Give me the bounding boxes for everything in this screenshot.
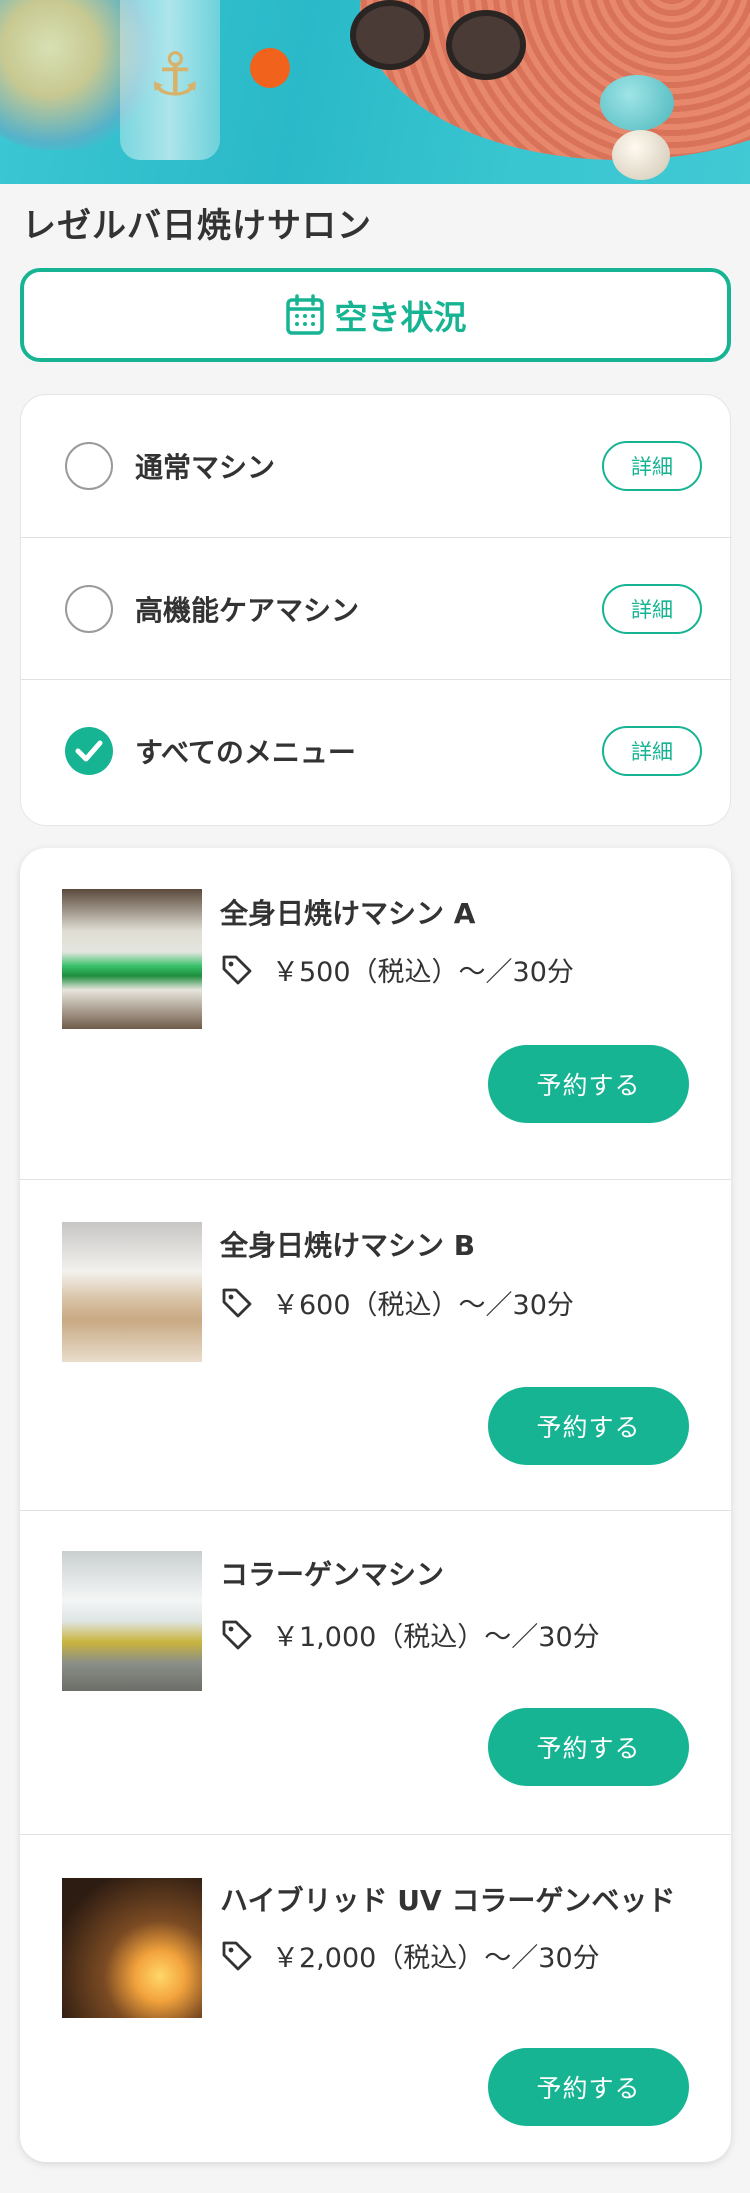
- machine-name: 全身日焼けマシン B: [220, 1229, 476, 1262]
- menu-option-all[interactable]: すべてのメニュー 詳細: [21, 679, 732, 821]
- machine-name: ハイブリッド UV コラーゲンベッド: [220, 1884, 676, 1917]
- reserve-button[interactable]: 予約する: [488, 1387, 689, 1465]
- hero-image: ⚓: [0, 0, 750, 184]
- machine-price: ￥500（税込）〜／30分: [272, 957, 574, 988]
- menu-option-standard[interactable]: 通常マシン 詳細: [21, 395, 732, 537]
- machine-item: コラーゲンマシン ￥1,000（税込）〜／30分 予約する: [20, 1510, 731, 1834]
- menu-filter-card: 通常マシン 詳細 高機能ケアマシン 詳細 すべてのメニュー 詳細: [20, 394, 732, 826]
- menu-option-label: 高機能ケアマシン: [135, 593, 360, 627]
- price-tag-icon: [222, 955, 252, 984]
- machine-item: ハイブリッド UV コラーゲンベッド ￥2,000（税込）〜／30分 予約する: [20, 1834, 731, 2162]
- machine-item: 全身日焼けマシン A ￥500（税込）〜／30分 予約する: [20, 848, 731, 1179]
- price-row: ￥500（税込）〜／30分: [220, 950, 574, 989]
- price-row: ￥2,000（税込）〜／30分: [220, 1936, 600, 1975]
- check-icon: [75, 740, 103, 761]
- page-title: レゼルバ日焼けサロン: [22, 206, 372, 246]
- radio-button[interactable]: [65, 442, 113, 490]
- radio-button-checked[interactable]: [65, 726, 113, 775]
- machine-item: 全身日焼けマシン B ￥600（税込）〜／30分 予約する: [20, 1179, 731, 1510]
- price-row: ￥1,000（税込）〜／30分: [220, 1615, 600, 1654]
- price-tag-icon: [222, 1941, 252, 1970]
- machine-thumbnail: [62, 1551, 202, 1691]
- machine-price: ￥2,000（税込）〜／30分: [272, 1943, 600, 1974]
- machine-price: ￥600（税込）〜／30分: [272, 1290, 574, 1321]
- detail-button[interactable]: 詳細: [602, 725, 702, 776]
- calendar-icon: [285, 294, 324, 335]
- menu-option-label: 通常マシン: [135, 451, 276, 484]
- menu-option-premium[interactable]: 高機能ケアマシン 詳細: [21, 537, 732, 679]
- machine-price: ￥1,000（税込）〜／30分: [272, 1622, 600, 1653]
- reserve-button[interactable]: 予約する: [488, 2048, 689, 2126]
- price-row: ￥600（税込）〜／30分: [220, 1283, 574, 1322]
- reserve-button[interactable]: 予約する: [488, 1708, 689, 1786]
- availability-label: 空き状況: [334, 298, 467, 337]
- machine-name: コラーゲンマシン: [220, 1558, 445, 1591]
- machine-thumbnail: [62, 1878, 202, 2018]
- machine-thumbnail: [62, 1222, 202, 1362]
- machine-name: 全身日焼けマシン A: [220, 897, 476, 930]
- availability-button[interactable]: 空き状況: [20, 268, 731, 362]
- price-tag-icon: [222, 1620, 252, 1649]
- detail-button[interactable]: 詳細: [602, 441, 702, 491]
- reserve-button[interactable]: 予約する: [488, 1045, 689, 1123]
- machine-thumbnail: [62, 889, 202, 1029]
- radio-button[interactable]: [65, 584, 113, 633]
- detail-button[interactable]: 詳細: [602, 583, 702, 634]
- machine-list: 全身日焼けマシン A ￥500（税込）〜／30分 予約する 全身日焼けマシン B…: [20, 848, 731, 2162]
- menu-option-label: すべてのメニュー: [135, 735, 356, 769]
- price-tag-icon: [222, 1288, 252, 1317]
